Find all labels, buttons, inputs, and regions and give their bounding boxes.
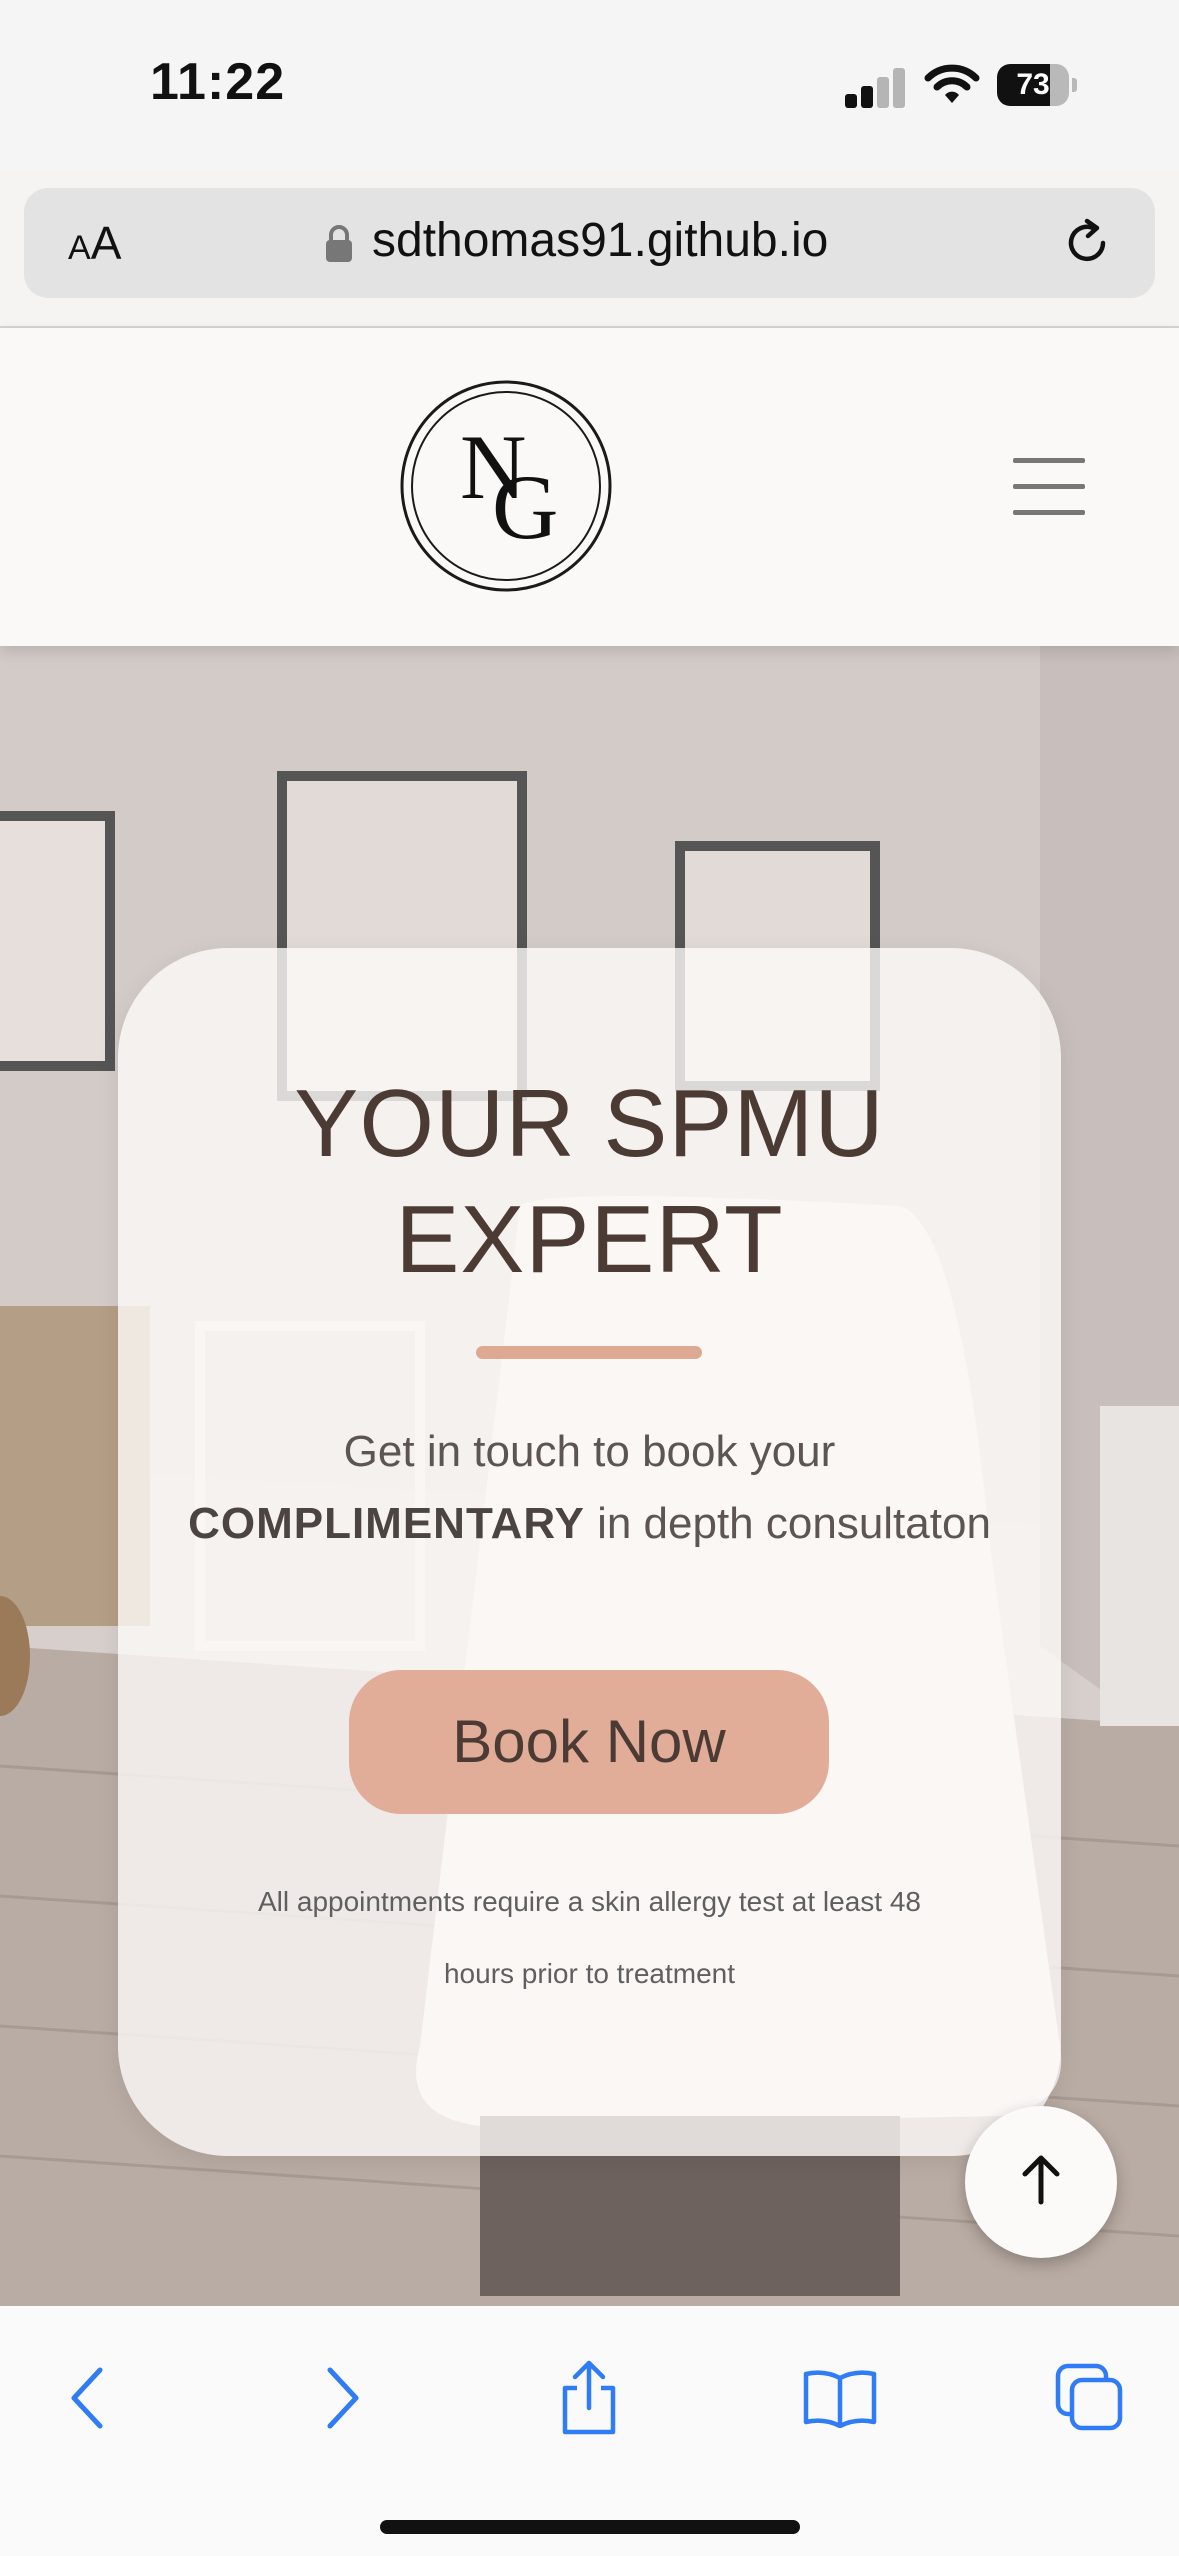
url-text[interactable]: sdthomas91.github.io — [372, 213, 828, 268]
site-logo[interactable]: N G — [400, 380, 612, 592]
hero-card: YOUR SPMU EXPERT Get in touch to book yo… — [118, 948, 1061, 2156]
tabs-icon — [1055, 2363, 1123, 2431]
share-icon — [562, 2360, 616, 2435]
book-now-button[interactable]: Book Now — [349, 1670, 829, 1814]
menu-icon[interactable] — [1013, 458, 1085, 518]
hero-text-emphasis: COMPLIMENTARY — [188, 1499, 585, 1548]
status-bar: 11:22 73 — [0, 0, 1179, 170]
title-divider — [476, 1346, 702, 1359]
back-button[interactable] — [38, 2348, 138, 2448]
share-button[interactable] — [539, 2348, 639, 2448]
lock-icon — [326, 225, 352, 262]
svg-text:G: G — [492, 456, 558, 558]
cellular-signal-icon — [845, 66, 905, 108]
hero-section: YOUR SPMU EXPERT Get in touch to book yo… — [0, 646, 1179, 2306]
text-size-button[interactable]: AA — [68, 216, 121, 270]
scroll-to-top-button[interactable] — [965, 2106, 1117, 2258]
site-header: N G — [0, 328, 1179, 646]
tabs-button[interactable] — [1040, 2348, 1140, 2448]
battery-icon: 73 — [997, 64, 1077, 106]
battery-percentage: 73 — [1016, 68, 1050, 101]
chevron-right-icon — [327, 2367, 359, 2429]
hero-text-outro: in depth consultaton — [584, 1499, 991, 1548]
bookmarks-button[interactable] — [790, 2348, 890, 2448]
chevron-left-icon — [71, 2367, 103, 2429]
browser-toolbar — [0, 2306, 1179, 2556]
arrow-up-icon — [1022, 2155, 1060, 2205]
status-time: 11:22 — [150, 53, 286, 111]
home-indicator — [380, 2520, 800, 2534]
wifi-icon — [924, 64, 980, 103]
allergy-disclaimer: All appointments require a skin allergy … — [257, 1886, 922, 1989]
hero-text-intro: Get in touch to book your — [343, 1427, 836, 1476]
hero-title: YOUR SPMU EXPERT — [294, 1070, 885, 1293]
forward-button[interactable] — [292, 2348, 392, 2448]
hero-text: Get in touch to book your COMPLIMENTARY … — [178, 1416, 1001, 1560]
address-bar[interactable]: AA sdthomas91.github.io — [24, 188, 1155, 298]
book-icon — [803, 2370, 877, 2428]
reload-icon[interactable] — [1060, 216, 1114, 270]
